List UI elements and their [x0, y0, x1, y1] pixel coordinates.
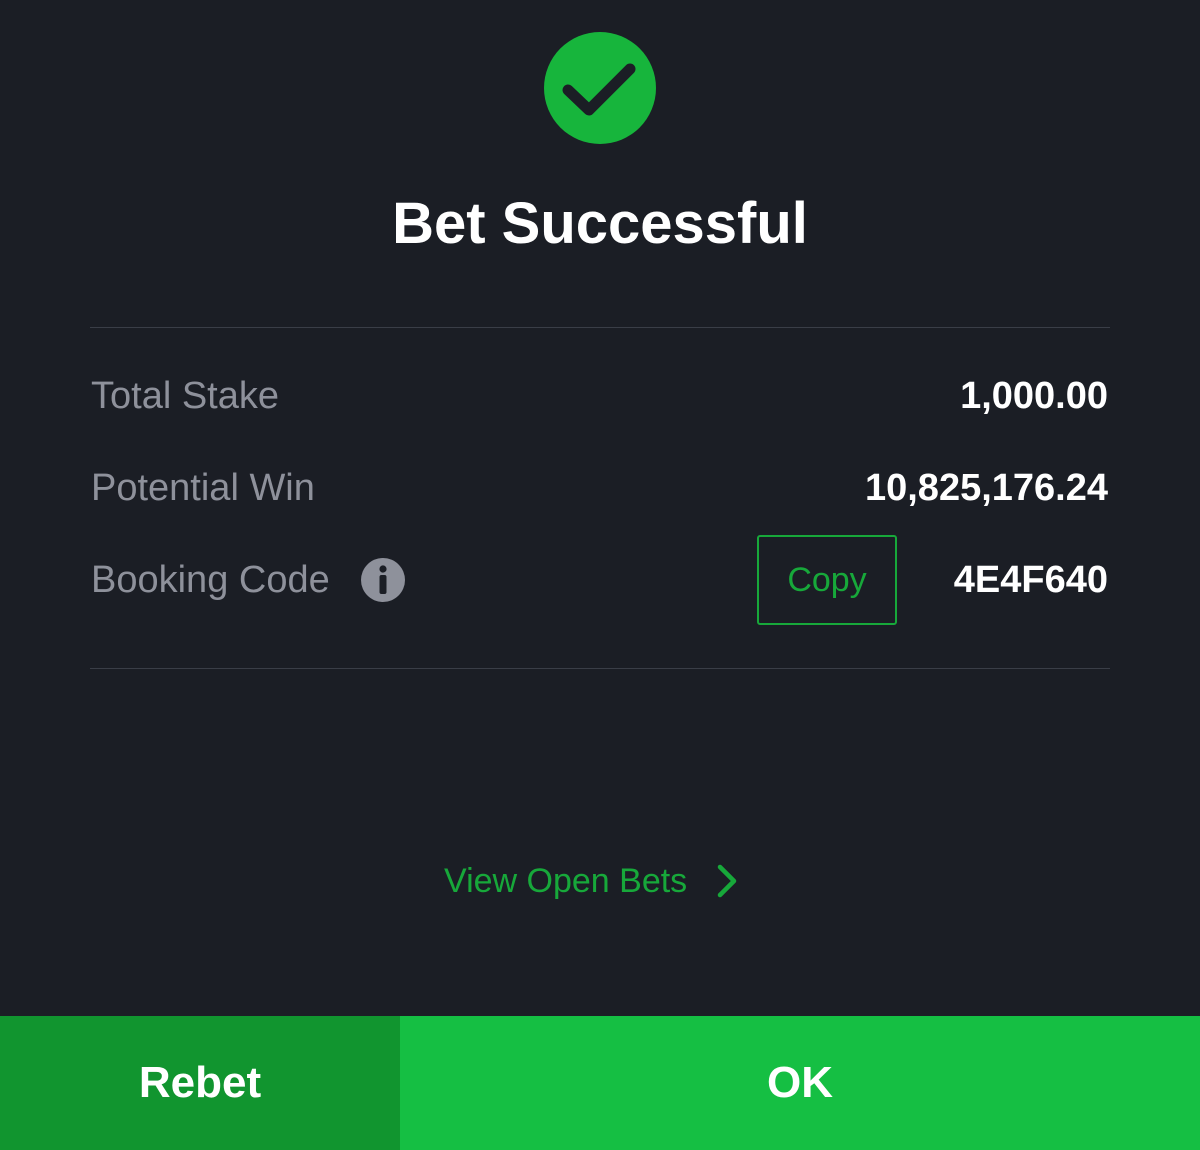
potential-win-label: Potential Win [91, 467, 315, 509]
total-stake-label: Total Stake [91, 375, 279, 417]
view-open-bets-label: View Open Bets [444, 862, 688, 900]
potential-win-value: 10,825,176.24 [864, 467, 1108, 509]
top-divider [90, 327, 1110, 328]
page-title: Bet Successful [392, 191, 808, 256]
bottom-divider [90, 668, 1110, 669]
chevron-right-icon [715, 863, 739, 899]
copy-button[interactable]: Copy [757, 535, 897, 625]
info-icon[interactable] [361, 558, 405, 602]
view-open-bets-link[interactable]: View Open Bets [444, 858, 739, 904]
rebet-button[interactable]: Rebet [0, 1016, 400, 1150]
ok-button[interactable]: OK [400, 1016, 1200, 1150]
checkmark-circle-icon [544, 32, 656, 144]
total-stake-value: 1,000.00 [960, 375, 1108, 417]
booking-code-label: Booking Code [91, 559, 330, 601]
booking-code-value: 4E4F640 [953, 559, 1108, 601]
